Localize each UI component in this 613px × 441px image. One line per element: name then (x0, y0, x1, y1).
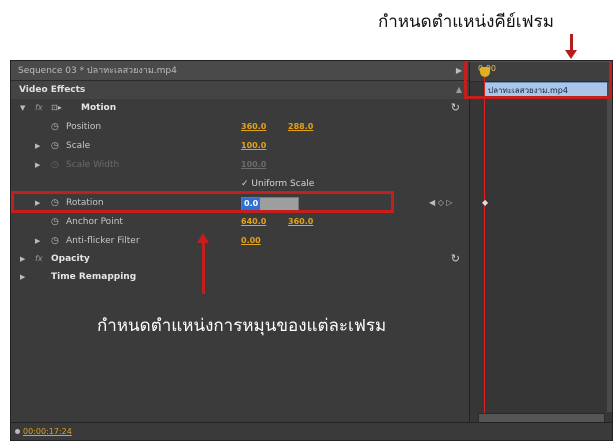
anti-flicker-value[interactable]: 0.00 (241, 232, 261, 250)
reset-icon[interactable]: ↻ (451, 99, 460, 117)
vertical-scrollbar[interactable] (607, 82, 612, 412)
stopwatch-icon[interactable]: ◷ (51, 137, 59, 155)
time-remapping-label: Time Remapping (51, 272, 137, 282)
play-right-icon[interactable]: ▶ (456, 61, 462, 81)
triangle-right-icon[interactable]: ▶ (20, 268, 25, 286)
effect-controls-panel: Sequence 03 * ปลาทะเลสวยงาม.mp4 ▶ Video … (10, 60, 613, 441)
scale-row: ▶ ◷ Scale 100.0 (11, 137, 468, 155)
scroll-up-icon[interactable]: ▲ (456, 81, 462, 99)
triangle-down-icon[interactable]: ▼ (20, 99, 25, 117)
arrow-down-head-icon (565, 50, 577, 59)
scale-width-label: Scale Width (66, 160, 120, 170)
panel-header: Sequence 03 * ปลาทะเลสวยงาม.mp4 ▶ (11, 61, 468, 81)
annotation-keyframe: กำหนดตำแหน่งคีย์เฟรม (378, 12, 554, 32)
anchor-point-row: ◷ Anchor Point 640.0 360.0 (11, 213, 468, 231)
triangle-right-icon[interactable]: ▶ (35, 137, 40, 155)
uniform-scale-label: Uniform Scale (251, 179, 315, 189)
footer-timecode[interactable]: 00:00:17:24 (23, 427, 72, 436)
anti-flicker-label: Anti-flicker Filter (66, 236, 140, 246)
keyframe-highlight-box (464, 61, 612, 99)
section-title: Video Effects (19, 85, 86, 95)
panel-footer: 00:00:17:24 (11, 422, 612, 440)
motion-label: Motion (81, 103, 117, 113)
position-label: Position (66, 122, 102, 132)
anchor-x-value[interactable]: 640.0 (241, 213, 266, 231)
position-x-value[interactable]: 360.0 (241, 118, 266, 136)
anti-flicker-row: ▶ ◷ Anti-flicker Filter 0.00 (11, 232, 468, 250)
scale-width-value: 100.0 (241, 160, 267, 169)
opacity-label: Opacity (51, 254, 90, 264)
stopwatch-icon[interactable]: ◷ (51, 118, 59, 136)
time-remapping-row[interactable]: ▶ Time Remapping (11, 268, 468, 286)
rotation-highlight-box (11, 191, 394, 213)
fx-badge-icon[interactable]: fx (35, 99, 43, 117)
dot-icon (15, 429, 20, 434)
triangle-right-icon[interactable]: ▶ (35, 156, 40, 174)
position-row: ◷ Position 360.0 288.0 (11, 118, 468, 136)
playhead-line[interactable] (484, 75, 485, 420)
scale-label: Scale (66, 141, 91, 151)
diamond-icon[interactable]: ◆ (482, 198, 488, 207)
transform-icon: ⊡▸ (51, 103, 62, 112)
keyframe-nav[interactable]: ◀ ◇ ▷ (429, 194, 453, 212)
anchor-y-value[interactable]: 360.0 (288, 213, 313, 231)
position-y-value[interactable]: 288.0 (288, 118, 313, 136)
reset-icon[interactable]: ↻ (451, 250, 460, 268)
triangle-right-icon[interactable]: ▶ (20, 250, 25, 268)
keyframe-timeline[interactable]: 0:00 ปลาทะเลสวยงาม.mp4 ◆ (469, 61, 612, 440)
stopwatch-icon: ◷ (51, 160, 59, 170)
scale-value[interactable]: 100.0 (241, 137, 266, 155)
scale-width-row: ▶ ◷ Scale Width 100.0 (11, 156, 468, 174)
sequence-title: Sequence 03 * ปลาทะเลสวยงาม.mp4 (18, 66, 177, 76)
anchor-point-label: Anchor Point (66, 217, 123, 227)
opacity-row[interactable]: ▶ fx Opacity ↻ (11, 250, 468, 268)
annotation-rotation: กำหนดตำแหน่งการหมุนของแต่ละเฟรม (97, 316, 387, 336)
motion-row[interactable]: ▼ fx ⊡▸ Motion ↻ (11, 99, 468, 117)
arrow-up-icon (197, 233, 209, 243)
triangle-right-icon[interactable]: ▶ (35, 232, 40, 250)
arrow-up-line-icon (202, 242, 205, 294)
fx-badge-icon[interactable]: fx (35, 250, 43, 268)
stopwatch-icon[interactable]: ◷ (51, 232, 59, 250)
stopwatch-icon[interactable]: ◷ (51, 213, 59, 231)
video-effects-header: Video Effects ▲ (11, 81, 468, 99)
